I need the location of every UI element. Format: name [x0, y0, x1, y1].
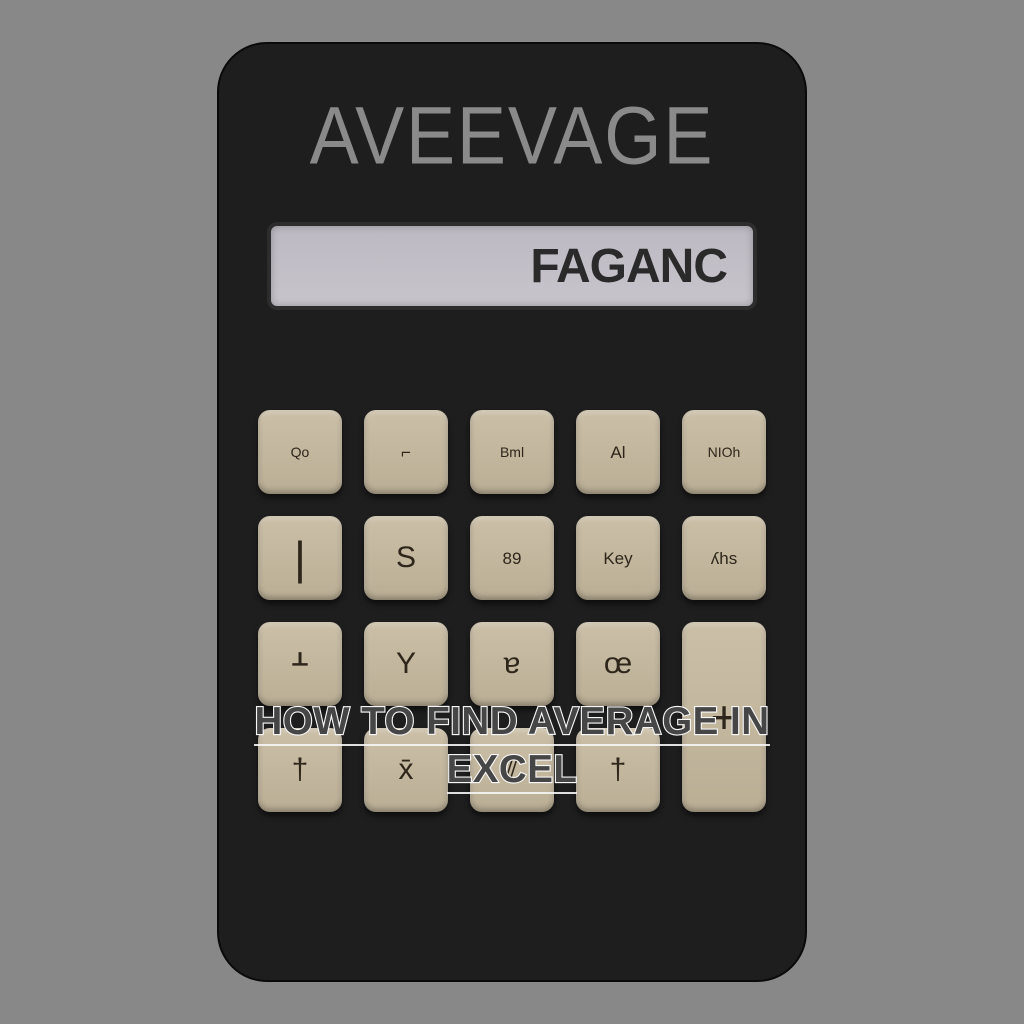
key-r2c4[interactable]: Key [576, 516, 660, 600]
key-r3c3[interactable]: ɐ [470, 622, 554, 706]
key-r1c2[interactable]: ⌐ [364, 410, 448, 494]
key-r1c1[interactable]: Qo [258, 410, 342, 494]
overlay-line2: EXCEL [447, 748, 578, 794]
key-r1c5[interactable]: NIOh [682, 410, 766, 494]
key-r2c3[interactable]: 89 [470, 516, 554, 600]
key-r1c3[interactable]: Bml [470, 410, 554, 494]
key-r2c5[interactable]: ʎhs [682, 516, 766, 600]
calculator: AVEEVAGE FAGANC Qo ⌐ Bml Al NIOh | S 89 … [217, 42, 807, 982]
brand-label: AVEEVAGE [310, 89, 715, 183]
key-r2c1[interactable]: | [258, 516, 342, 600]
key-r2c2[interactable]: S [364, 516, 448, 600]
key-r3c4[interactable]: œ [576, 622, 660, 706]
overlay-line1: HOW TO FIND AVERAGE IN [254, 700, 769, 746]
key-r1c4[interactable]: Al [576, 410, 660, 494]
page-title-overlay: HOW TO FIND AVERAGE IN EXCEL [0, 698, 1024, 794]
key-r3c2[interactable]: Y [364, 622, 448, 706]
calculator-display: FAGANC [267, 222, 757, 310]
key-r3c1[interactable]: ᚆ [258, 622, 342, 706]
